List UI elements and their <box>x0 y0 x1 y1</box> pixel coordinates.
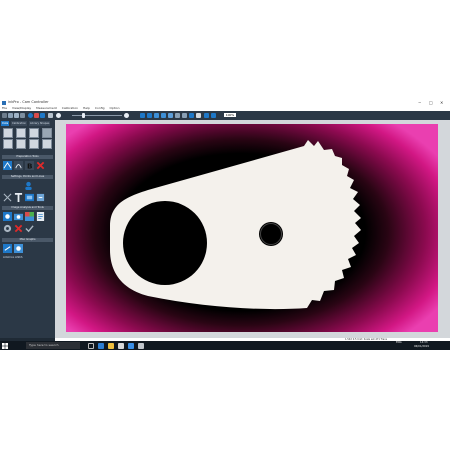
record-icon[interactable] <box>34 112 39 118</box>
graph-icon[interactable] <box>14 244 23 253</box>
window-titlebar: inkPro - Cam Controller − □ ✕ <box>0 99 450 106</box>
preset-thumbnail[interactable] <box>42 128 52 138</box>
preset-thumbnail[interactable] <box>16 139 26 149</box>
angle-tool-icon[interactable] <box>182 112 187 118</box>
maximize-button[interactable]: □ <box>429 99 433 106</box>
fit-icon[interactable] <box>147 112 152 118</box>
window-title: inkPro - Cam Controller <box>8 100 49 104</box>
delete-red-x-icon[interactable] <box>36 161 45 170</box>
filter-icon[interactable] <box>3 212 12 221</box>
language-indicator[interactable]: ENG <box>396 341 402 346</box>
pan-icon[interactable] <box>168 112 173 118</box>
menu-file[interactable]: File <box>2 106 7 110</box>
task-view-icon[interactable] <box>88 342 94 349</box>
export-icon[interactable] <box>36 193 45 202</box>
camera-icon[interactable] <box>28 112 33 118</box>
contrast-icon[interactable] <box>124 112 129 118</box>
app-icon[interactable] <box>138 342 144 349</box>
tab-library-shapes[interactable]: Library Shapes <box>29 121 51 126</box>
settings-gear-icon[interactable] <box>3 224 12 233</box>
zoom-out-icon[interactable] <box>48 112 53 118</box>
svg-text:B: B <box>27 161 32 170</box>
app-inkpro-icon[interactable] <box>128 342 134 349</box>
line-tool-icon[interactable] <box>175 112 180 118</box>
windows-start-icon[interactable] <box>2 342 8 349</box>
snapshot-icon[interactable] <box>40 112 45 118</box>
taskbar-search-input[interactable]: Type here to search <box>26 342 80 349</box>
tab-calibration[interactable]: Calibration <box>11 121 28 126</box>
preset-thumbnail[interactable] <box>3 128 13 138</box>
left-tool-panel: Data Calibration Library Shapes Preparat… <box>0 120 55 338</box>
close-button[interactable]: ✕ <box>440 99 443 106</box>
panel-tabs: Data Calibration Library Shapes <box>1 121 54 126</box>
check-icon[interactable] <box>25 224 34 233</box>
brightness-icon[interactable] <box>56 112 61 118</box>
section-settings-points-lines: Settings, Points and Lines <box>2 175 53 179</box>
camera-image[interactable] <box>66 124 438 332</box>
save-icon[interactable] <box>14 112 19 118</box>
menu-calibration[interactable]: Calibration <box>62 106 78 110</box>
windows-taskbar: Type here to search ENG 14:33 06/01/2019 <box>0 341 450 350</box>
preset-thumbnail[interactable] <box>3 139 13 149</box>
measure-tool-icon[interactable] <box>189 112 194 118</box>
cross-tool-icon[interactable] <box>3 193 12 202</box>
desktop-screenshot: inkPro - Cam Controller − □ ✕ File View/… <box>0 99 450 350</box>
edge-tool-icon[interactable] <box>3 161 12 170</box>
image-workspace <box>55 120 450 338</box>
overlay-icon[interactable] <box>211 112 216 118</box>
arrow-tool-icon[interactable] <box>140 112 145 118</box>
layers-icon[interactable] <box>25 193 34 202</box>
app-logo-icon <box>2 100 6 105</box>
new-icon[interactable] <box>2 112 7 118</box>
section-image-analysis: Image Analysis and Tools <box>2 206 53 210</box>
edge-browser-icon[interactable] <box>98 342 104 349</box>
file-explorer-icon[interactable] <box>108 342 114 349</box>
brightness-slider-thumb[interactable] <box>82 113 85 118</box>
tab-data[interactable]: Data <box>1 121 10 126</box>
open-icon[interactable] <box>8 112 13 118</box>
main-toolbar: 100% <box>0 111 450 120</box>
zoom-window-icon[interactable] <box>161 112 166 118</box>
cam-part-silhouette <box>110 140 361 310</box>
camera-settings-icon[interactable] <box>14 212 23 221</box>
minimize-button[interactable]: − <box>418 99 421 106</box>
clock-date[interactable]: 06/01/2019 <box>414 345 429 350</box>
caliper-icon[interactable] <box>14 193 23 202</box>
section-misc-graphs: Misc Graphs <box>2 238 53 242</box>
user-point-icon[interactable] <box>24 181 33 190</box>
store-icon[interactable] <box>118 342 124 349</box>
misc-label: LOGICAL LINKS <box>3 256 23 259</box>
zoom-value[interactable]: 100% <box>224 113 236 117</box>
profile-tool-icon[interactable] <box>14 161 23 170</box>
brightness-slider-track[interactable] <box>72 115 122 116</box>
preset-thumbnail[interactable] <box>29 128 39 138</box>
menu-measurement[interactable]: Measurement <box>36 106 57 110</box>
zoom-in-icon[interactable] <box>154 112 159 118</box>
color-icon[interactable] <box>25 212 34 221</box>
grid-icon[interactable] <box>204 112 209 118</box>
report-icon[interactable] <box>36 212 45 221</box>
preset-thumbnail[interactable] <box>16 128 26 138</box>
section-preparation-tools: Preparation Tools <box>2 155 53 159</box>
crosshair-icon[interactable] <box>196 112 201 118</box>
bold-b-icon[interactable]: B <box>25 161 34 170</box>
preset-thumbnail[interactable] <box>42 139 52 149</box>
menu-option[interactable]: Option <box>109 106 119 110</box>
menu-help[interactable]: Help <box>83 106 90 110</box>
menu-config[interactable]: Config <box>95 106 105 110</box>
preset-thumbnail[interactable] <box>29 139 39 149</box>
print-icon[interactable] <box>20 112 25 118</box>
link-icon[interactable] <box>3 244 12 253</box>
menu-view[interactable]: View/Display <box>12 106 31 110</box>
clear-red-x-icon[interactable] <box>14 224 23 233</box>
